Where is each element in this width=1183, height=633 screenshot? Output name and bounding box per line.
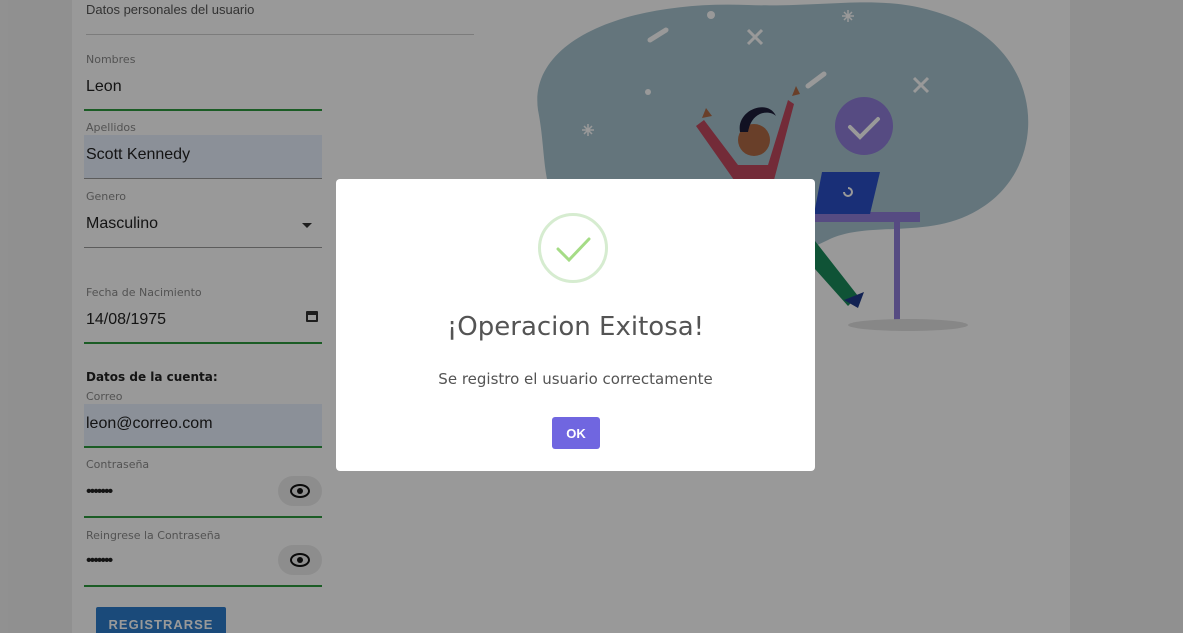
success-dialog: ¡Operacion Exitosa! Se registro el usuar… xyxy=(336,179,815,471)
page: Datos personales del usuario Nombres Leo… xyxy=(0,0,1183,633)
dialog-title: ¡Operacion Exitosa! xyxy=(446,312,705,342)
ok-button[interactable]: OK xyxy=(552,417,600,449)
dialog-message: Se registro el usuario correctamente xyxy=(438,370,713,388)
success-check-icon xyxy=(538,213,608,283)
